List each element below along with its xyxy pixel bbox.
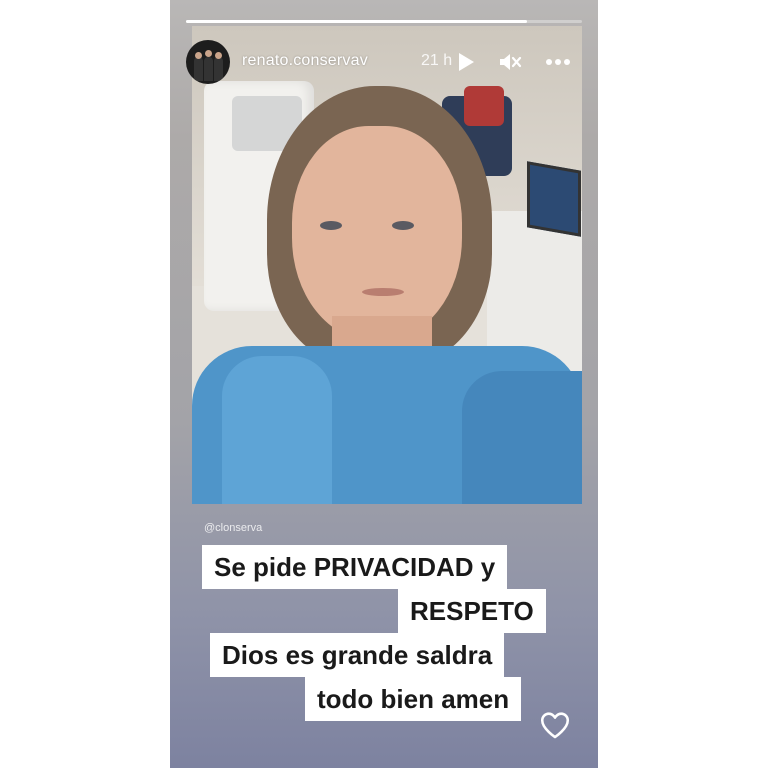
play-icon[interactable] <box>452 48 480 76</box>
mention-tag[interactable]: @clonserva <box>204 522 262 534</box>
heart-icon[interactable] <box>538 708 572 742</box>
caption-line-3: Dios es grande saldra <box>210 633 505 677</box>
caption-line-2: RESPETO <box>398 589 546 633</box>
story-photo <box>192 26 582 504</box>
username[interactable]: renato.conservav <box>242 52 368 70</box>
story-time: 21 h <box>421 52 453 69</box>
story-progress-fill <box>186 20 527 23</box>
caption-line-1: Se pide PRIVACIDAD y <box>202 545 508 589</box>
speaker-muted-icon[interactable] <box>496 48 524 76</box>
more-icon[interactable] <box>544 48 572 76</box>
avatar[interactable] <box>186 40 230 84</box>
story-header: renato.conservav 21 h <box>186 40 582 84</box>
caption-line-4: todo bien amen <box>305 677 522 721</box>
story-viewer[interactable]: renato.conservav 21 h @clonserva Se pide… <box>170 0 598 768</box>
story-progress-bar <box>186 20 582 23</box>
